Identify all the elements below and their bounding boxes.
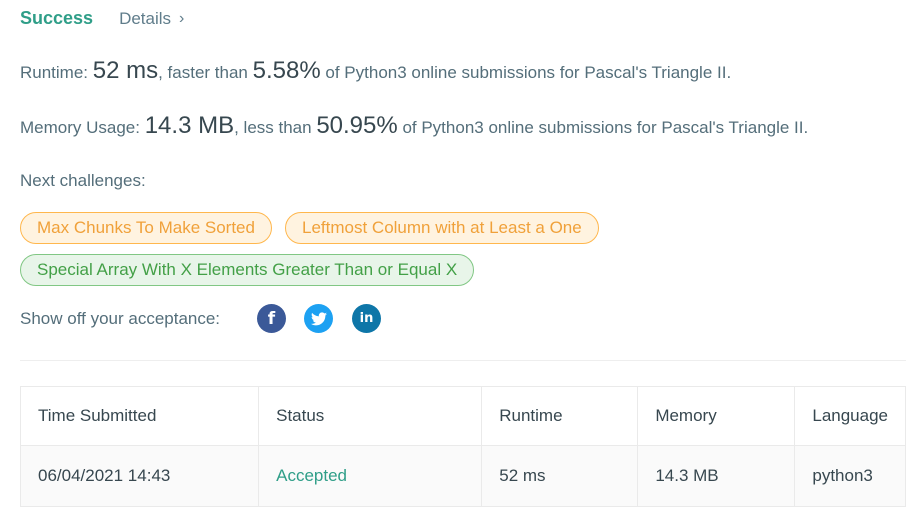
cell-language: python3 bbox=[794, 445, 906, 507]
memory-prefix: Memory Usage: bbox=[20, 118, 145, 137]
memory-percent: 50.95% bbox=[316, 112, 398, 139]
column-header-time[interactable]: Time Submitted bbox=[19, 386, 260, 446]
runtime-middle: , faster than bbox=[158, 63, 253, 82]
column-header-language[interactable]: Language bbox=[794, 386, 906, 446]
table-header-row: Time Submitted Status Runtime Memory Lan… bbox=[19, 386, 906, 446]
cell-runtime: 52 ms bbox=[481, 445, 639, 507]
memory-suffix: of Python3 online submissions for Pascal… bbox=[397, 118, 809, 137]
runtime-suffix: of Python3 online submissions for Pascal… bbox=[320, 63, 732, 82]
details-link[interactable]: Details › bbox=[119, 9, 184, 29]
memory-summary: Memory Usage: 14.3 MB, less than 50.95% … bbox=[20, 112, 808, 140]
twitter-share-button[interactable] bbox=[304, 304, 333, 333]
facebook-icon: f bbox=[267, 308, 276, 329]
challenge-chip-max-chunks[interactable]: Max Chunks To Make Sorted bbox=[20, 212, 272, 244]
cell-time-submitted: 06/04/2021 14:43 bbox=[19, 445, 260, 507]
linkedin-share-button[interactable]: in bbox=[352, 304, 381, 333]
section-divider bbox=[20, 360, 906, 361]
cell-status-accepted[interactable]: Accepted bbox=[258, 445, 483, 507]
runtime-summary: Runtime: 52 ms, faster than 5.58% of Pyt… bbox=[20, 57, 731, 85]
column-header-runtime[interactable]: Runtime bbox=[481, 386, 639, 446]
linkedin-icon: in bbox=[359, 311, 374, 326]
twitter-icon bbox=[310, 311, 327, 325]
facebook-share-button[interactable]: f bbox=[257, 304, 286, 333]
share-label: Show off your acceptance: bbox=[20, 309, 221, 328]
challenge-chip-special-array[interactable]: Special Array With X Elements Greater Th… bbox=[20, 254, 475, 286]
runtime-prefix: Runtime: bbox=[20, 63, 93, 82]
challenge-chip-leftmost-column[interactable]: Leftmost Column with at Least a One bbox=[285, 212, 599, 244]
submission-result-page: Success Details › Runtime: 52 ms, faster… bbox=[0, 0, 911, 514]
submissions-table: Time Submitted Status Runtime Memory Lan… bbox=[19, 386, 906, 507]
result-header: Success Details › bbox=[20, 8, 184, 29]
runtime-value: 52 ms bbox=[92, 57, 159, 84]
success-status: Success bbox=[20, 8, 94, 28]
memory-value: 14.3 MB bbox=[144, 112, 235, 139]
details-label: Details bbox=[119, 8, 172, 28]
table-row[interactable]: 06/04/2021 14:43 Accepted 52 ms 14.3 MB … bbox=[19, 445, 906, 507]
column-header-memory[interactable]: Memory bbox=[637, 386, 796, 446]
chevron-right-icon: › bbox=[179, 10, 185, 27]
memory-middle: , less than bbox=[234, 118, 317, 137]
runtime-percent: 5.58% bbox=[252, 57, 321, 84]
column-header-status[interactable]: Status bbox=[258, 386, 483, 446]
cell-memory: 14.3 MB bbox=[637, 445, 796, 507]
next-challenges-label: Next challenges: bbox=[20, 171, 146, 190]
